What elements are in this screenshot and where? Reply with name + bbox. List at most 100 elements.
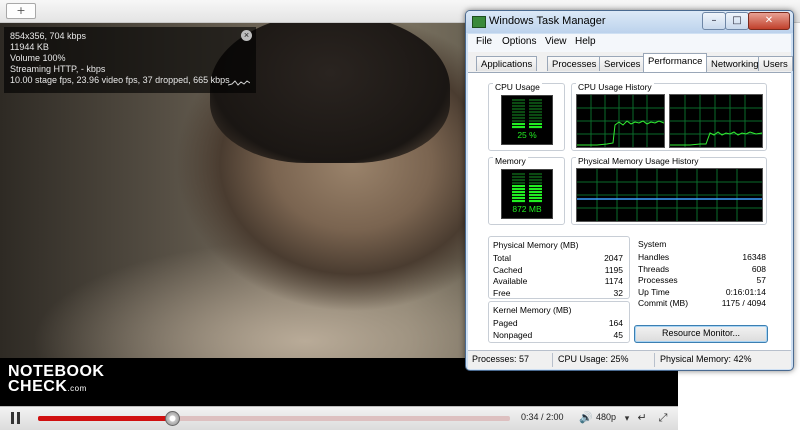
system-stats: System Handles 16348 Threads 608 Processes… [638, 239, 766, 310]
meter-segment [529, 117, 542, 120]
memory-value: 872 MB [512, 204, 542, 214]
tab-processes[interactable]: Processes [547, 56, 602, 71]
meter-segment [529, 123, 542, 126]
meter-segment [512, 114, 525, 117]
meter-segment [529, 120, 542, 123]
meter-segment [529, 188, 542, 191]
status-processes: Processes: 57 [472, 354, 530, 364]
meter-segment [529, 197, 542, 200]
graph-grid [670, 95, 762, 147]
meter-segment [529, 102, 542, 105]
cpu-history-core-2-plot [670, 95, 763, 147]
meter-segment [529, 105, 542, 108]
tab-networking[interactable]: Networking [706, 56, 764, 71]
meter-segment [512, 182, 525, 185]
minimize-button[interactable]: – [702, 12, 726, 30]
sys-uptime-value: 0:16:01:14 [725, 286, 766, 297]
stats-line-fps: 10.00 stage fps, 23.96 video fps, 37 dro… [10, 75, 230, 85]
player-controls: 0:34 / 2:00 🔊 480p ▾ ↵ ⤢ [0, 406, 678, 430]
cpu-meter: 25 % [501, 95, 553, 145]
seek-handle[interactable] [164, 411, 180, 426]
resource-monitor-button[interactable]: Resource Monitor... [634, 325, 768, 343]
menu-view[interactable]: View [545, 36, 567, 47]
tab-strip: Applications Processes Services Performa… [468, 52, 793, 72]
maximize-button[interactable]: □ [725, 12, 749, 30]
cpu-core-1-line [577, 120, 665, 146]
meter-segment [512, 105, 525, 108]
close-icon[interactable]: × [241, 30, 252, 41]
cpu-history-core-1-plot [577, 95, 665, 147]
seek-bar[interactable] [38, 411, 510, 426]
sys-commit-label: Commit (MB) [638, 298, 689, 308]
meter-segment [529, 99, 542, 102]
meter-segment [512, 126, 525, 129]
pause-button[interactable] [10, 412, 22, 424]
meter-segment [512, 111, 525, 114]
seek-bar-played [38, 416, 172, 421]
kernel-memory-stats: Kernel Memory (MB) Paged 164 Nonpaged 45 [493, 305, 623, 341]
close-button[interactable]: ✕ [748, 12, 790, 30]
pm-free-value: 32 [613, 287, 623, 298]
sys-handles-label: Handles [638, 252, 670, 262]
task-manager-window: Windows Task Manager – □ ✕ File Options … [465, 10, 794, 371]
pm-total-value: 2047 [604, 253, 623, 263]
kernel-memory-group: Kernel Memory (MB) Paged 164 Nonpaged 45 [488, 301, 630, 343]
meter-segment [529, 176, 542, 179]
window-title: Windows Task Manager [489, 15, 606, 27]
video-stats-overlay: 854x356, 704 kbps 11944 KB Volume 100% S… [4, 27, 256, 93]
tab-performance[interactable]: Performance [643, 53, 708, 72]
system-title: System [638, 239, 667, 249]
quality-selector[interactable]: 480p [596, 412, 616, 422]
meter-segment [529, 200, 542, 203]
performance-panel: CPU Usage 25 % CPU Usage History Memory … [468, 72, 791, 351]
meter-segment [529, 194, 542, 197]
new-tab-button[interactable]: + [6, 3, 36, 19]
task-manager-icon [472, 16, 486, 28]
graph-grid [577, 95, 664, 147]
meter-segment [512, 176, 525, 179]
meter-segment [512, 123, 525, 126]
menu-help[interactable]: Help [575, 36, 596, 47]
pause-icon [11, 412, 14, 424]
tab-services[interactable]: Services [599, 56, 646, 71]
notebookcheck-logo: NOTEBOOK CHECK.com [8, 364, 104, 396]
fullscreen-icon[interactable]: ⤢ [656, 411, 670, 425]
cpu-history-graph-core-1 [576, 94, 665, 148]
meter-segment [529, 114, 542, 117]
quality-caret-icon[interactable]: ▾ [620, 412, 634, 426]
status-separator [552, 353, 553, 367]
tab-applications[interactable]: Applications [476, 56, 538, 71]
meter-segment [512, 117, 525, 120]
sys-processes-label: Processes [638, 275, 678, 285]
kernel-memory-title: Kernel Memory (MB) [493, 305, 572, 315]
memory-group: Memory 872 MB [488, 156, 565, 225]
pm-available-value: 1174 [604, 276, 623, 286]
volume-icon[interactable]: 🔊 [579, 411, 593, 425]
memory-history-group: Physical Memory Usage History [571, 156, 767, 225]
meter-segment [529, 126, 542, 129]
meter-segment [512, 200, 525, 203]
stats-line-streaming: Streaming HTTP, - kbps [10, 64, 106, 74]
title-bar[interactable]: Windows Task Manager – □ ✕ [466, 11, 793, 33]
cpu-usage-group: CPU Usage 25 % [488, 82, 565, 151]
meter-segment [512, 99, 525, 102]
sys-commit-value: 1175 / 4094 [721, 298, 766, 308]
meter-segment [512, 197, 525, 200]
popout-icon[interactable]: ↵ [635, 411, 649, 425]
logo-line-2: CHECK [8, 378, 68, 395]
status-memory: Physical Memory: 42% [660, 354, 752, 364]
tab-users[interactable]: Users [758, 56, 793, 71]
memory-meter: 872 MB [501, 169, 553, 219]
time-display: 0:34 / 2:00 [521, 412, 564, 422]
memory-history-graph [576, 168, 763, 222]
menu-file[interactable]: File [476, 36, 492, 47]
sys-threads-value: 608 [751, 263, 766, 274]
meter-segment [529, 182, 542, 185]
menu-options[interactable]: Options [502, 36, 536, 47]
meter-segment [512, 191, 525, 194]
meter-segment [512, 194, 525, 197]
stats-line-volume: Volume 100% [10, 53, 66, 63]
graph-grid [577, 169, 762, 221]
meter-segment [529, 108, 542, 111]
physical-memory-title: Physical Memory (MB) [493, 240, 579, 250]
